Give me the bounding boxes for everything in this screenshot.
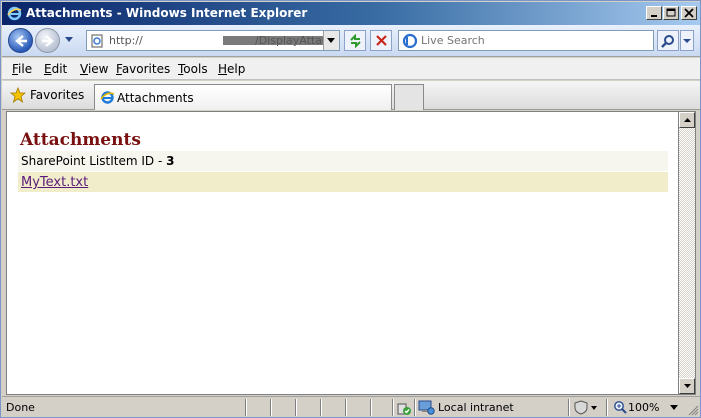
status-separator	[345, 399, 347, 416]
address-bar[interactable]: http:// /DisplayAttach	[86, 30, 340, 51]
address-url-prefix: http://	[109, 34, 143, 47]
navigation-bar: http:// /DisplayAttach	[2, 25, 700, 57]
security-zone-text: Local intranet	[438, 401, 514, 414]
search-box[interactable]	[398, 30, 654, 51]
tab-label: Attachments	[117, 91, 194, 105]
favorites-star-icon[interactable]	[10, 87, 26, 103]
status-separator	[606, 399, 608, 416]
refresh-icon	[350, 34, 361, 48]
chevron-down-icon	[327, 38, 335, 43]
status-separator	[245, 399, 247, 416]
protected-mode-icon[interactable]	[574, 400, 598, 415]
status-separator	[295, 399, 297, 416]
local-intranet-icon[interactable]	[418, 400, 435, 415]
menu-view[interactable]: View	[80, 62, 108, 76]
minimize-button[interactable]	[646, 6, 662, 20]
scroll-down-arrow-icon	[684, 384, 691, 388]
minimize-icon	[651, 15, 657, 17]
forward-button[interactable]	[35, 28, 60, 53]
menu-help[interactable]: Help	[218, 62, 245, 76]
zoom-dropdown-icon[interactable]	[670, 405, 678, 410]
search-options-button[interactable]	[680, 30, 694, 51]
scroll-down-button[interactable]	[679, 378, 695, 394]
security-status-icon[interactable]	[396, 400, 412, 416]
status-separator	[320, 399, 322, 416]
listitem-id-row: SharePoint ListItem ID - 3	[18, 151, 668, 171]
close-button[interactable]	[681, 6, 697, 20]
chevron-down-icon	[683, 39, 691, 43]
refresh-button[interactable]	[344, 30, 366, 51]
zoom-level[interactable]: 100%	[628, 401, 659, 414]
search-input[interactable]	[421, 33, 649, 48]
title-bar: Attachments - Windows Internet Explorer	[2, 2, 700, 25]
recent-pages-dropdown-icon[interactable]	[64, 36, 74, 44]
menu-file[interactable]: File	[12, 62, 32, 76]
listitem-id-label: SharePoint ListItem ID -	[21, 154, 167, 168]
status-bar: Done Local intranet 100%	[2, 396, 700, 417]
attachment-row: MyText.txt	[18, 172, 668, 192]
status-separator	[568, 399, 570, 416]
magnifier-icon	[661, 35, 674, 48]
back-button[interactable]	[8, 28, 33, 53]
favorites-bar: Favorites Attachments	[2, 81, 700, 110]
status-separator	[370, 399, 372, 416]
ie-page-icon	[100, 91, 115, 104]
menu-favorites[interactable]: Favorites	[116, 62, 170, 76]
listitem-id-text: SharePoint ListItem ID - 3	[21, 154, 174, 168]
stop-button[interactable]	[370, 30, 392, 51]
menu-tools[interactable]: Tools	[178, 62, 208, 76]
ie-logo-icon	[7, 6, 22, 21]
new-tab-button[interactable]	[394, 84, 424, 110]
menu-edit[interactable]: Edit	[44, 62, 67, 76]
live-search-logo-icon	[402, 33, 418, 49]
status-separator	[270, 399, 272, 416]
stop-icon	[376, 35, 387, 46]
menu-bar: File Edit View Favorites Tools Help	[2, 58, 700, 80]
browser-window: Attachments - Windows Internet Explorer …	[0, 0, 701, 418]
zoom-icon	[614, 401, 627, 414]
scroll-up-button[interactable]	[679, 112, 695, 128]
address-dropdown-button[interactable]	[323, 31, 339, 50]
page-icon	[91, 34, 103, 48]
page-content: Attachments SharePoint ListItem ID - 3 M…	[6, 111, 679, 395]
listitem-id-value: 3	[166, 154, 175, 168]
status-separator	[414, 399, 416, 416]
favorites-button[interactable]: Favorites	[30, 88, 84, 102]
page-title: Attachments	[20, 130, 141, 150]
close-icon	[684, 8, 694, 18]
window-title: Attachments - Windows Internet Explorer	[26, 6, 308, 20]
status-text: Done	[6, 401, 35, 414]
scroll-up-arrow-icon	[684, 118, 691, 122]
status-separator	[392, 399, 394, 416]
tab-attachments[interactable]: Attachments	[94, 84, 392, 110]
search-button[interactable]	[657, 30, 679, 51]
back-arrow-icon	[15, 35, 27, 47]
resize-grip-icon[interactable]	[688, 405, 699, 416]
forward-arrow-icon	[42, 35, 54, 47]
maximize-icon	[666, 8, 676, 17]
attachment-link[interactable]: MyText.txt	[21, 175, 88, 190]
maximize-button[interactable]	[663, 6, 679, 20]
vertical-scrollbar[interactable]	[679, 111, 696, 395]
